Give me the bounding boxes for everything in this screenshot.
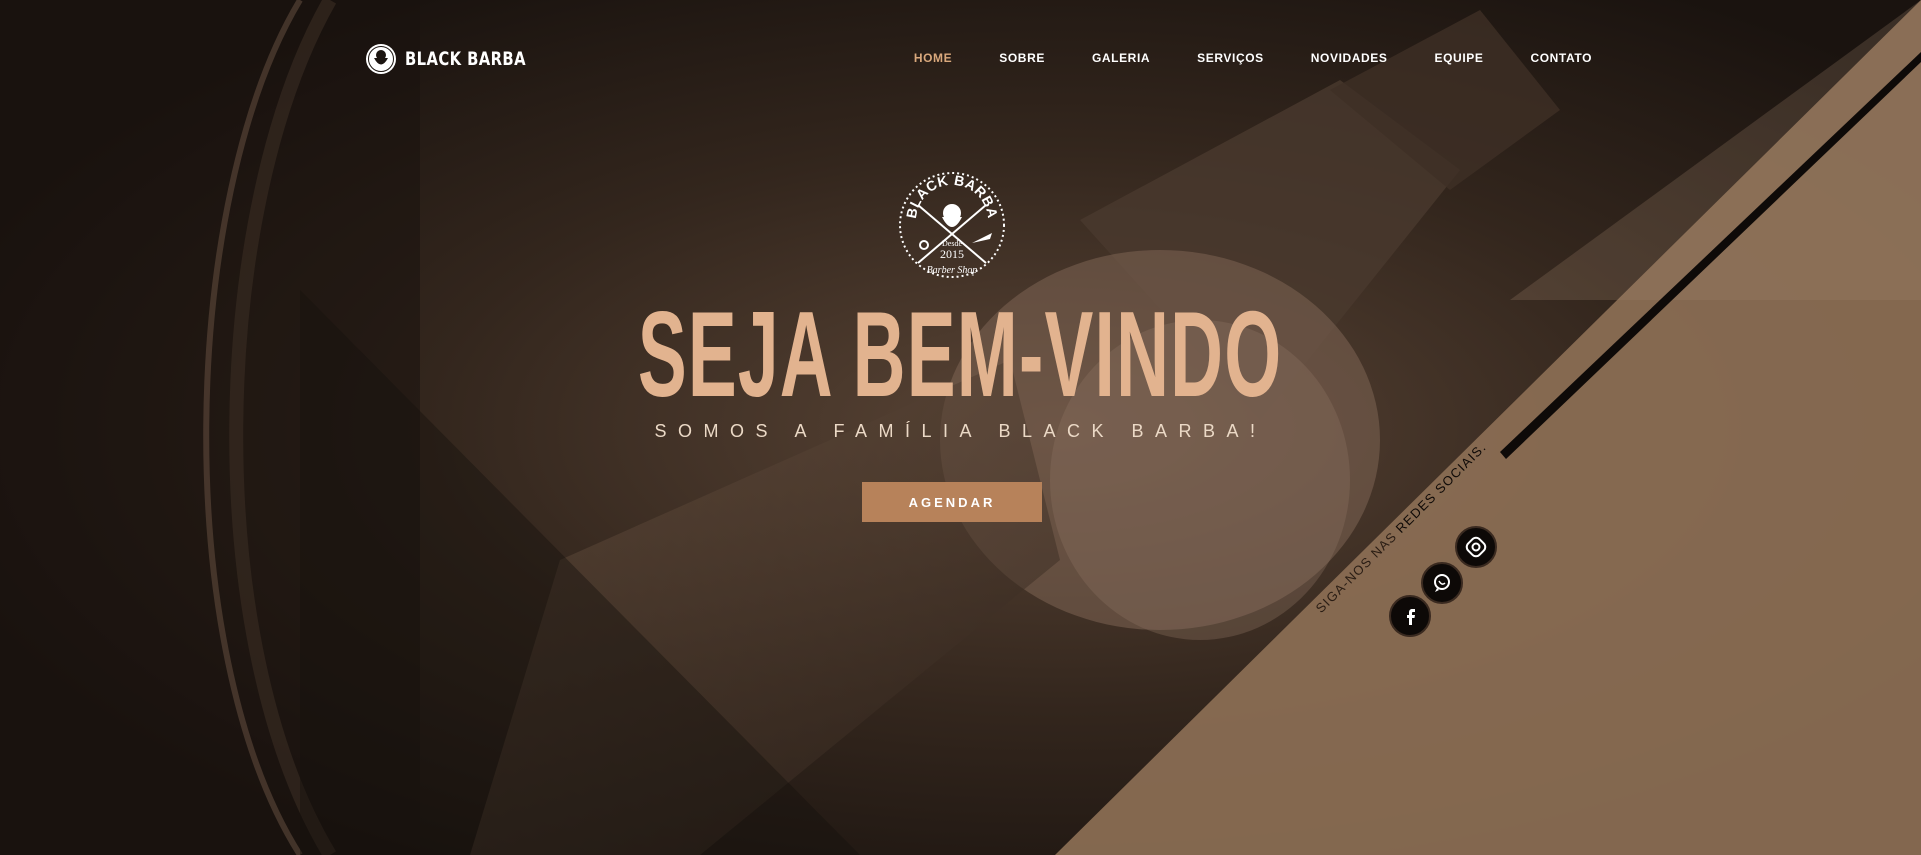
bearded-man-badge-icon — [366, 44, 396, 74]
brand-logo[interactable]: BLACK BARBA — [365, 43, 560, 75]
barber-shop-emblem: BLACK BARBA Desde 2015 Barber Shop — [899, 172, 1005, 278]
hero-subtitle: SOMOS A FAMÍLIA BLACK BARBA! — [654, 421, 1267, 441]
hero-title-text: SEJA BEM-VINDO — [638, 286, 1283, 422]
whatsapp-button[interactable] — [1421, 562, 1463, 604]
nav-item-novidades[interactable]: NOVIDADES — [1311, 51, 1388, 65]
whatsapp-icon — [1434, 574, 1450, 592]
instagram-button[interactable] — [1455, 526, 1497, 568]
hero-title: SEJA BEM-VINDO — [0, 286, 1921, 422]
nav-item-contato[interactable]: CONTATO — [1530, 51, 1592, 65]
facebook-button[interactable] — [1389, 595, 1431, 637]
nav-item-galeria[interactable]: GALERIA — [1092, 51, 1150, 65]
emblem-bottom-text: Barber Shop — [927, 265, 978, 276]
emblem-year: 2015 — [940, 247, 964, 261]
nav-item-home[interactable]: HOME — [914, 51, 952, 65]
razor-icon — [972, 233, 992, 243]
facebook-icon — [1407, 609, 1415, 625]
scissors-icon — [919, 240, 929, 250]
nav-item-sobre[interactable]: SOBRE — [999, 51, 1045, 65]
nav-item-servicos[interactable]: SERVIÇOS — [1197, 51, 1264, 65]
instagram-icon — [1465, 536, 1487, 558]
schedule-button[interactable]: AGENDAR — [862, 482, 1042, 522]
nav-item-equipe[interactable]: EQUIPE — [1435, 51, 1484, 65]
brand-name: BLACK BARBA — [405, 48, 526, 70]
site-header: BLACK BARBA HOME SOBRE GALERIA SERVIÇOS … — [0, 0, 1921, 118]
main-nav: HOME SOBRE GALERIA SERVIÇOS NOVIDADES EQ… — [867, 51, 1592, 65]
